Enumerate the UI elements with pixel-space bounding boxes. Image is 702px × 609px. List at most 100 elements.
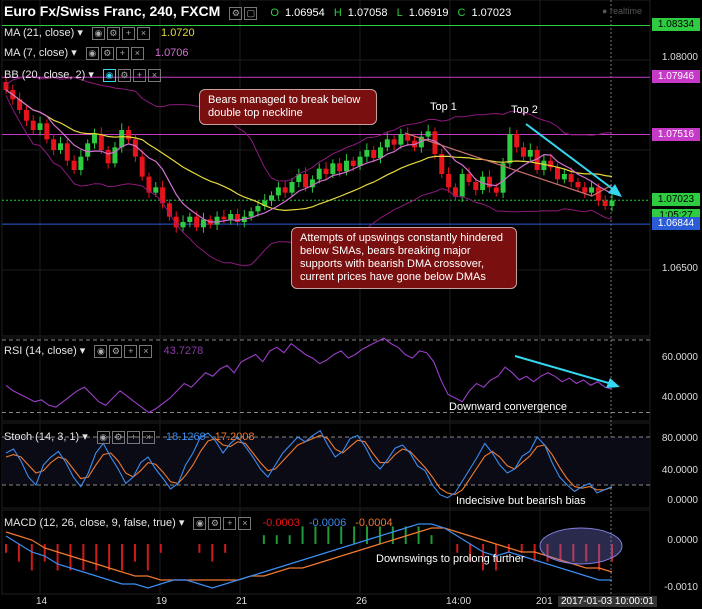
- macd-axis-label: 0.0000: [667, 535, 698, 546]
- candle-body: [153, 187, 159, 193]
- ma7-legend: MA (7, close) ▾ ◉ ⚙ + × 1.0706: [4, 46, 189, 60]
- close-icon[interactable]: ×: [147, 68, 161, 82]
- gear-icon[interactable]: ⚙: [106, 26, 120, 40]
- candle-body: [527, 150, 533, 157]
- candle-body: [23, 110, 29, 121]
- candle-body: [139, 156, 145, 177]
- open-key: O: [270, 7, 279, 19]
- price-axis-label: 1.08000: [661, 52, 698, 63]
- candle-body: [71, 160, 77, 170]
- ohlc-readout: O 1.06954 H 1.07058 L 1.06919 C 1.07023: [270, 7, 511, 19]
- x-tick-label: 26: [356, 596, 368, 607]
- eye-icon[interactable]: ◉: [102, 68, 116, 82]
- candle-body: [425, 131, 431, 137]
- gear-icon[interactable]: ⚙: [117, 68, 131, 82]
- gear-icon[interactable]: ⚙: [111, 430, 125, 444]
- realtime-label: realtime: [609, 6, 642, 16]
- candle-body: [85, 143, 91, 157]
- x-tick-label: 21: [236, 596, 248, 607]
- candle-body: [37, 123, 43, 130]
- close-icon[interactable]: ×: [136, 26, 150, 40]
- x-cursor-time: 2017-01-03 10:00:01: [558, 596, 657, 607]
- close-icon[interactable]: ×: [238, 516, 252, 530]
- plus-icon[interactable]: +: [126, 430, 140, 444]
- plus-icon[interactable]: +: [132, 68, 146, 82]
- candle-body: [44, 123, 50, 140]
- candle-body: [364, 150, 370, 157]
- candle-body: [398, 134, 404, 145]
- plus-icon[interactable]: +: [223, 516, 237, 530]
- rsi-toolbar[interactable]: ◉ ⚙ + ×: [94, 344, 154, 358]
- x-tick-label: 14: [36, 596, 48, 607]
- close-icon[interactable]: ×: [139, 344, 153, 358]
- x-tick-label: 201: [536, 596, 553, 607]
- plus-icon[interactable]: +: [121, 26, 135, 40]
- eye-icon[interactable]: ◉: [96, 430, 110, 444]
- settings-icon[interactable]: ⚙: [229, 6, 243, 20]
- price-tag-resistance-lower: 1.07516: [652, 127, 700, 141]
- stoch-axis-label: 40.0000: [661, 465, 698, 476]
- ma21-toolbar[interactable]: ◉ ⚙ + ×: [91, 26, 152, 40]
- candle-body: [486, 176, 492, 188]
- eye-icon[interactable]: ◉: [193, 516, 207, 530]
- close-key: C: [457, 7, 466, 19]
- rsi-axis-label: 40.0000: [661, 392, 698, 403]
- candle-body: [119, 130, 125, 148]
- high-key: H: [333, 7, 342, 19]
- ma7-value: 1.0706: [154, 47, 189, 59]
- candle-body: [200, 219, 206, 228]
- candle-body: [303, 174, 309, 188]
- candle-body: [105, 150, 111, 164]
- ma21-legend: MA (21, close) ▾ ◉ ⚙ + × 1.0720: [4, 26, 195, 40]
- gear-icon[interactable]: ⚙: [208, 516, 222, 530]
- candle-body: [446, 174, 452, 188]
- more-icon[interactable]: ▢: [244, 6, 258, 20]
- macd-label: MACD (12, 26, close, 9, false, true): [4, 517, 176, 529]
- plus-icon[interactable]: +: [124, 344, 138, 358]
- candle-body: [57, 143, 63, 150]
- candle-body: [568, 174, 574, 182]
- candle-body: [575, 182, 581, 188]
- stoch-label: Stoch (14, 3, 1): [4, 431, 80, 443]
- title-toolbar[interactable]: ⚙ ▢: [229, 6, 259, 20]
- gear-icon[interactable]: ⚙: [109, 344, 123, 358]
- plus-icon[interactable]: +: [115, 46, 129, 60]
- candle-body: [330, 163, 336, 174]
- ma7-label: MA (7, close): [4, 47, 69, 59]
- candle-body: [275, 187, 281, 196]
- ma7-toolbar[interactable]: ◉ ⚙ + ×: [85, 46, 146, 60]
- candle-body: [30, 120, 36, 130]
- macd-axis-label: -0.0010: [664, 582, 698, 593]
- candle-body: [514, 134, 520, 148]
- candle-body: [520, 147, 526, 157]
- rsi-label: RSI (14, close): [4, 345, 77, 357]
- rsi-legend: RSI (14, close) ▾ ◉ ⚙ + × 43.7278: [4, 344, 204, 358]
- macd-toolbar[interactable]: ◉ ⚙ + ×: [193, 516, 253, 530]
- candle-body: [602, 200, 608, 206]
- candle-body: [323, 168, 329, 174]
- candle-body: [377, 147, 383, 158]
- eye-icon[interactable]: ◉: [85, 46, 99, 60]
- macd-note: Downswings to prolong further: [376, 553, 525, 565]
- candle-body: [282, 187, 288, 193]
- close-icon[interactable]: ×: [130, 46, 144, 60]
- candle-body: [350, 160, 356, 166]
- stoch-toolbar[interactable]: ◉ ⚙ + ×: [96, 430, 157, 444]
- candle-body: [78, 156, 84, 170]
- macd-hist-value: -0.0003: [262, 517, 300, 529]
- eye-icon[interactable]: ◉: [91, 26, 105, 40]
- gear-icon[interactable]: ⚙: [100, 46, 114, 60]
- candle-body: [466, 174, 472, 182]
- close-icon[interactable]: ×: [141, 430, 155, 444]
- candle-body: [51, 139, 57, 150]
- candle-body: [589, 187, 595, 193]
- candle-body: [371, 150, 377, 158]
- macd-signal-value: -0.0004: [355, 517, 393, 529]
- price-tag-current: 1.07023: [652, 193, 700, 207]
- candle-body: [248, 211, 254, 217]
- eye-icon[interactable]: ◉: [94, 344, 108, 358]
- realtime-badge: ● realtime: [602, 6, 642, 16]
- bb-toolbar[interactable]: ◉ ⚙ + ×: [102, 68, 163, 82]
- candle-body: [64, 143, 70, 161]
- bb-legend: BB (20, close, 2) ▾ ◉ ⚙ + ×: [4, 68, 163, 82]
